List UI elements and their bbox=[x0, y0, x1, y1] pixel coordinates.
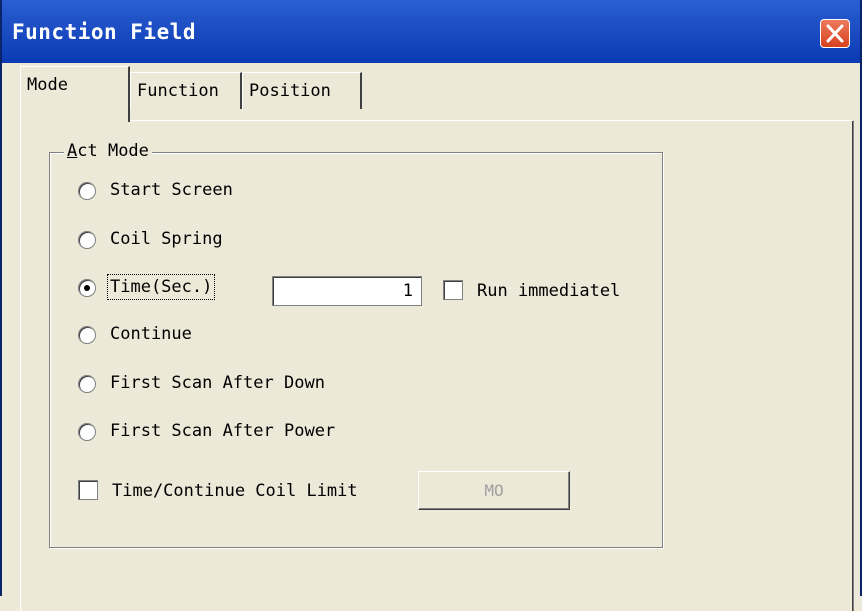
function-field-dialog: Function Field Mode Function Position Ac… bbox=[0, 0, 862, 611]
close-x-icon bbox=[826, 24, 844, 43]
act-mode-group-label: Act Mode bbox=[64, 141, 152, 161]
tab-function[interactable]: Function bbox=[130, 72, 242, 109]
option-label: Coil Spring bbox=[110, 229, 223, 249]
radio-button[interactable] bbox=[78, 231, 96, 249]
tab-mode[interactable]: Mode bbox=[20, 66, 130, 122]
coil-limit-text: Time/Continue Coil Limit bbox=[112, 481, 358, 501]
coil-limit-checkbox[interactable] bbox=[78, 480, 98, 500]
tab-position[interactable]: Position bbox=[242, 72, 362, 109]
radio-button[interactable] bbox=[78, 375, 96, 393]
close-button[interactable] bbox=[820, 19, 850, 48]
run-immediately-label: Run immediatel bbox=[477, 281, 620, 305]
option-label: First Scan After Down bbox=[110, 373, 325, 393]
act-mode-label-rest: ct Mode bbox=[77, 141, 149, 161]
title-bar[interactable]: Function Field bbox=[2, 0, 860, 63]
radio-button[interactable] bbox=[78, 423, 96, 441]
coil-limit-label: Time/Continue Coil Limit bbox=[112, 481, 358, 505]
time-seconds-input[interactable]: 1 bbox=[272, 276, 422, 306]
run-immediately-checkbox[interactable] bbox=[443, 280, 463, 300]
option-label: Continue bbox=[110, 324, 192, 344]
radio-button[interactable] bbox=[78, 182, 96, 200]
option-label: First Scan After Power bbox=[110, 421, 336, 441]
window-title: Function Field bbox=[12, 20, 197, 44]
option-label: Start Screen bbox=[110, 180, 233, 200]
option-label: Time(Sec.) bbox=[106, 274, 216, 300]
radio-button-selected[interactable] bbox=[78, 279, 96, 297]
run-immediately-text: Run immediatel bbox=[477, 281, 621, 301]
coil-limit-address-button[interactable]: MO bbox=[418, 471, 570, 510]
radio-dot-icon bbox=[84, 285, 90, 291]
radio-button[interactable] bbox=[78, 326, 96, 344]
